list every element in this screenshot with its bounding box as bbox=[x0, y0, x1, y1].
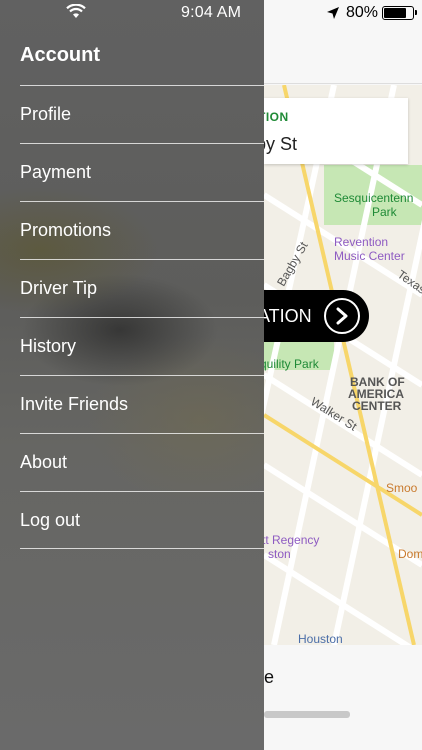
map-label-music-center: Revention bbox=[334, 235, 389, 249]
map-view[interactable]: Sesquicentenn Park Revention Music Cente… bbox=[264, 85, 422, 645]
destination-card[interactable]: TION by St bbox=[264, 98, 408, 164]
map-label-bank3: CENTER bbox=[352, 399, 402, 413]
menu-header: Account bbox=[20, 44, 100, 66]
destination-street: by St bbox=[264, 134, 298, 154]
battery-icon bbox=[382, 6, 417, 20]
menu-item-log-out[interactable]: Log out bbox=[20, 491, 264, 549]
battery-level-fill bbox=[384, 8, 406, 18]
background-app-screen: Sesquicentenn Park Revention Music Cente… bbox=[264, 0, 422, 750]
set-destination-label: ATION bbox=[264, 306, 312, 326]
status-bar-right: 80% bbox=[264, 0, 422, 26]
destination-label: TION bbox=[264, 110, 289, 124]
map-label-smoo: Smoo bbox=[386, 481, 418, 495]
battery-percentage: 80% bbox=[346, 4, 379, 21]
map-label-music-center-2: Music Center bbox=[334, 249, 405, 263]
menu-item-about[interactable]: About bbox=[20, 433, 264, 491]
map-label-park: Sesquicentenn bbox=[334, 191, 414, 205]
menu-item-history[interactable]: History bbox=[20, 317, 264, 375]
menu-list: Profile Payment Promotions Driver Tip Hi… bbox=[20, 85, 264, 549]
status-bar: 9:04 AM 80% bbox=[0, 0, 422, 26]
bottom-panel: e bbox=[264, 645, 422, 750]
side-menu-drawer: Account Profile Payment Promotions Drive… bbox=[0, 0, 264, 750]
map-label-park-2: Park bbox=[372, 205, 397, 219]
status-time: 9:04 AM bbox=[181, 4, 242, 21]
menu-item-payment[interactable]: Payment bbox=[20, 143, 264, 201]
map-label-hyatt-2: ston bbox=[268, 547, 291, 561]
map-label-dom: Dom bbox=[398, 547, 422, 561]
map-label-houston: Houston bbox=[298, 632, 343, 645]
menu-item-promotions[interactable]: Promotions bbox=[20, 201, 264, 259]
bottom-panel-bar bbox=[264, 711, 350, 718]
wifi-icon bbox=[66, 3, 86, 20]
location-arrow-icon bbox=[326, 6, 340, 20]
menu-item-driver-tip[interactable]: Driver Tip bbox=[20, 259, 264, 317]
battery-nub bbox=[415, 10, 417, 15]
background-nav-bar bbox=[264, 26, 422, 84]
status-bar-left: 9:04 AM bbox=[0, 0, 264, 26]
map-label-tranquility: quility Park bbox=[264, 357, 319, 371]
menu-item-invite-friends[interactable]: Invite Friends bbox=[20, 375, 264, 433]
chevron-right-circle-icon bbox=[324, 298, 360, 334]
menu-item-profile[interactable]: Profile bbox=[20, 85, 264, 143]
set-destination-button[interactable]: ATION bbox=[264, 290, 369, 342]
bottom-panel-text: e bbox=[264, 667, 275, 687]
map-label-hyatt: tt Regency bbox=[264, 533, 320, 547]
